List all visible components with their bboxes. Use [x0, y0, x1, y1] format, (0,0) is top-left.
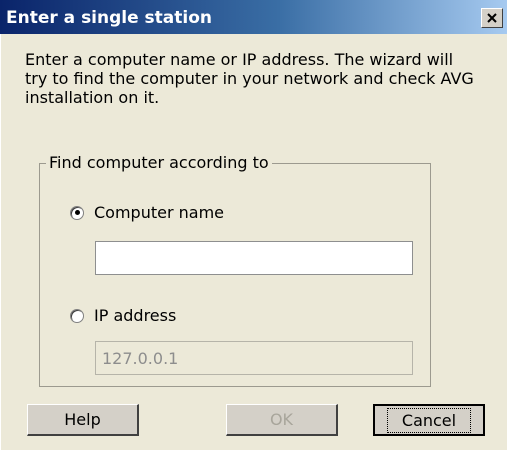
close-button[interactable]: [481, 8, 503, 28]
help-button-label: Help: [64, 410, 101, 429]
window-title: Enter a single station: [6, 8, 213, 28]
find-computer-group: Find computer according to Computer name…: [39, 153, 431, 387]
title-bar[interactable]: Enter a single station: [0, 0, 507, 34]
close-icon: [487, 12, 497, 23]
ip-address-label[interactable]: IP address: [94, 306, 176, 325]
help-button[interactable]: Help: [27, 404, 139, 436]
ok-button[interactable]: OK: [226, 404, 338, 436]
computer-name-radio[interactable]: [70, 205, 84, 220]
dialog-window: Enter a single station Enter a computer …: [0, 0, 507, 450]
ok-button-label: OK: [269, 410, 294, 429]
computer-name-label[interactable]: Computer name: [94, 203, 224, 222]
ip-address-input[interactable]: 127.0.0.1: [95, 341, 413, 375]
ip-address-option[interactable]: IP address: [70, 306, 176, 325]
cancel-button[interactable]: Cancel: [373, 404, 485, 436]
radio-selected-dot: [74, 210, 80, 215]
dialog-body: Enter a computer name or IP address. The…: [0, 34, 507, 450]
computer-name-option[interactable]: Computer name: [70, 203, 224, 222]
cancel-button-label: Cancel: [386, 407, 472, 433]
computer-name-input[interactable]: [95, 241, 413, 275]
ip-address-radio[interactable]: [70, 308, 84, 323]
instructions-text: Enter a computer name or IP address. The…: [25, 50, 474, 107]
group-legend: Find computer according to: [46, 153, 272, 172]
